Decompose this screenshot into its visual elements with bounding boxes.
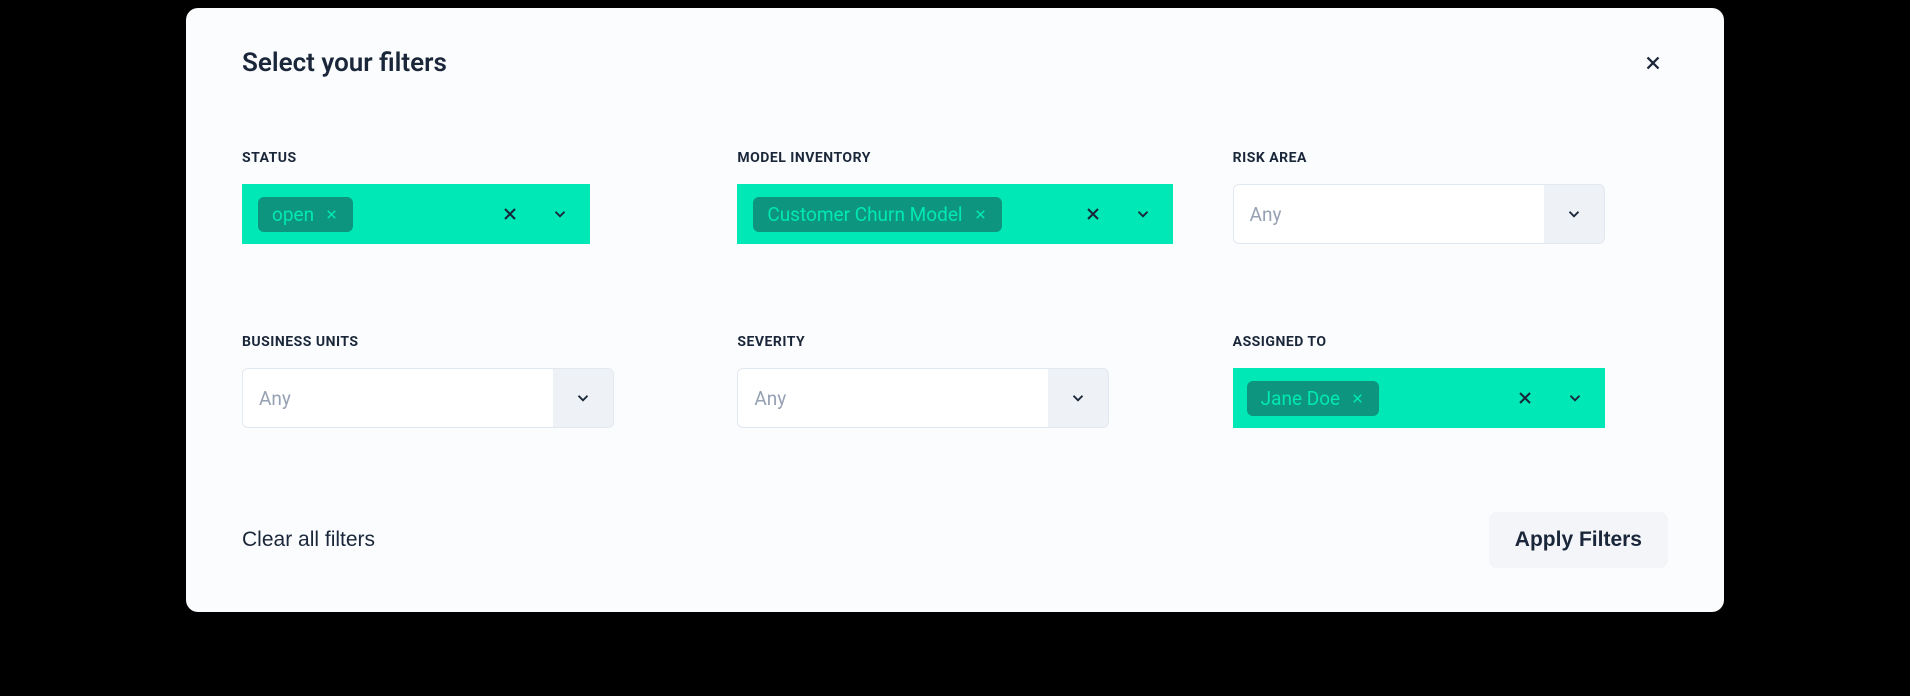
apply-filters-button[interactable]: Apply Filters <box>1489 512 1668 568</box>
clear-all-button[interactable]: Clear all filters <box>242 528 375 552</box>
risk-area-select[interactable]: Any <box>1233 184 1605 244</box>
chevron-down-icon <box>574 389 592 407</box>
filter-model-inventory: MODEL INVENTORY Customer Churn Model <box>737 150 1172 244</box>
business-units-select-content: Any <box>243 387 553 410</box>
filter-risk-area: RISK AREA Any <box>1233 150 1668 244</box>
model-inventory-chip: Customer Churn Model <box>753 197 1001 232</box>
filter-grid: STATUS open <box>242 150 1668 428</box>
close-icon <box>1642 52 1664 74</box>
filter-assigned-to: ASSIGNED TO Jane Doe <box>1233 334 1668 428</box>
status-chip-text: open <box>272 203 314 226</box>
risk-area-placeholder: Any <box>1250 203 1282 226</box>
filter-modal: Select your filters STATUS open <box>186 8 1724 612</box>
business-units-select[interactable]: Any <box>242 368 614 428</box>
status-clear[interactable] <box>490 204 530 224</box>
assigned-to-chip-text: Jane Doe <box>1261 387 1340 410</box>
close-icon <box>324 207 339 222</box>
risk-area-select-content: Any <box>1234 203 1544 226</box>
assigned-to-clear[interactable] <box>1505 388 1545 408</box>
assigned-to-select-content: Jane Doe <box>1233 381 1505 416</box>
filter-label-business-units: BUSINESS UNITS <box>242 334 677 350</box>
status-select-content: open <box>242 197 490 232</box>
model-inventory-select-content: Customer Churn Model <box>737 197 1072 232</box>
close-icon <box>1515 388 1535 408</box>
chevron-down-icon <box>1565 205 1583 223</box>
filter-status: STATUS open <box>242 150 677 244</box>
severity-select[interactable]: Any <box>737 368 1109 428</box>
status-chip: open <box>258 197 353 232</box>
status-select[interactable]: open <box>242 184 590 244</box>
chevron-down-icon <box>1566 389 1584 407</box>
filter-label-status: STATUS <box>242 150 677 166</box>
risk-area-dropdown-toggle[interactable] <box>1544 185 1604 243</box>
severity-dropdown-toggle[interactable] <box>1048 369 1108 427</box>
model-inventory-chip-text: Customer Churn Model <box>767 203 962 226</box>
model-inventory-chip-remove[interactable] <box>973 207 988 222</box>
close-icon <box>1083 204 1103 224</box>
chevron-down-icon <box>1134 205 1152 223</box>
close-button[interactable] <box>1638 48 1668 78</box>
filter-severity: SEVERITY Any <box>737 334 1172 428</box>
status-right-controls <box>490 184 590 244</box>
model-inventory-select[interactable]: Customer Churn Model <box>737 184 1172 244</box>
status-dropdown-toggle[interactable] <box>530 184 590 244</box>
assigned-to-chip-remove[interactable] <box>1350 391 1365 406</box>
filter-label-assigned-to: ASSIGNED TO <box>1233 334 1668 350</box>
filter-label-risk-area: RISK AREA <box>1233 150 1668 166</box>
filter-label-model-inventory: MODEL INVENTORY <box>737 150 1172 166</box>
severity-placeholder: Any <box>754 387 786 410</box>
business-units-dropdown-toggle[interactable] <box>553 369 613 427</box>
assigned-to-dropdown-toggle[interactable] <box>1545 368 1605 428</box>
modal-header: Select your filters <box>242 48 1668 78</box>
severity-select-content: Any <box>738 387 1048 410</box>
assigned-to-select[interactable]: Jane Doe <box>1233 368 1605 428</box>
chevron-down-icon <box>551 205 569 223</box>
modal-title: Select your filters <box>242 48 447 78</box>
filter-label-severity: SEVERITY <box>737 334 1172 350</box>
assigned-to-chip: Jane Doe <box>1247 381 1379 416</box>
model-inventory-clear[interactable] <box>1073 204 1113 224</box>
status-chip-remove[interactable] <box>324 207 339 222</box>
modal-footer: Clear all filters Apply Filters <box>242 512 1668 568</box>
close-icon <box>1350 391 1365 406</box>
chevron-down-icon <box>1069 389 1087 407</box>
business-units-placeholder: Any <box>259 387 291 410</box>
assigned-to-right-controls <box>1505 368 1605 428</box>
model-inventory-right-controls <box>1073 184 1173 244</box>
filter-business-units: BUSINESS UNITS Any <box>242 334 677 428</box>
close-icon <box>973 207 988 222</box>
model-inventory-dropdown-toggle[interactable] <box>1113 184 1173 244</box>
close-icon <box>500 204 520 224</box>
